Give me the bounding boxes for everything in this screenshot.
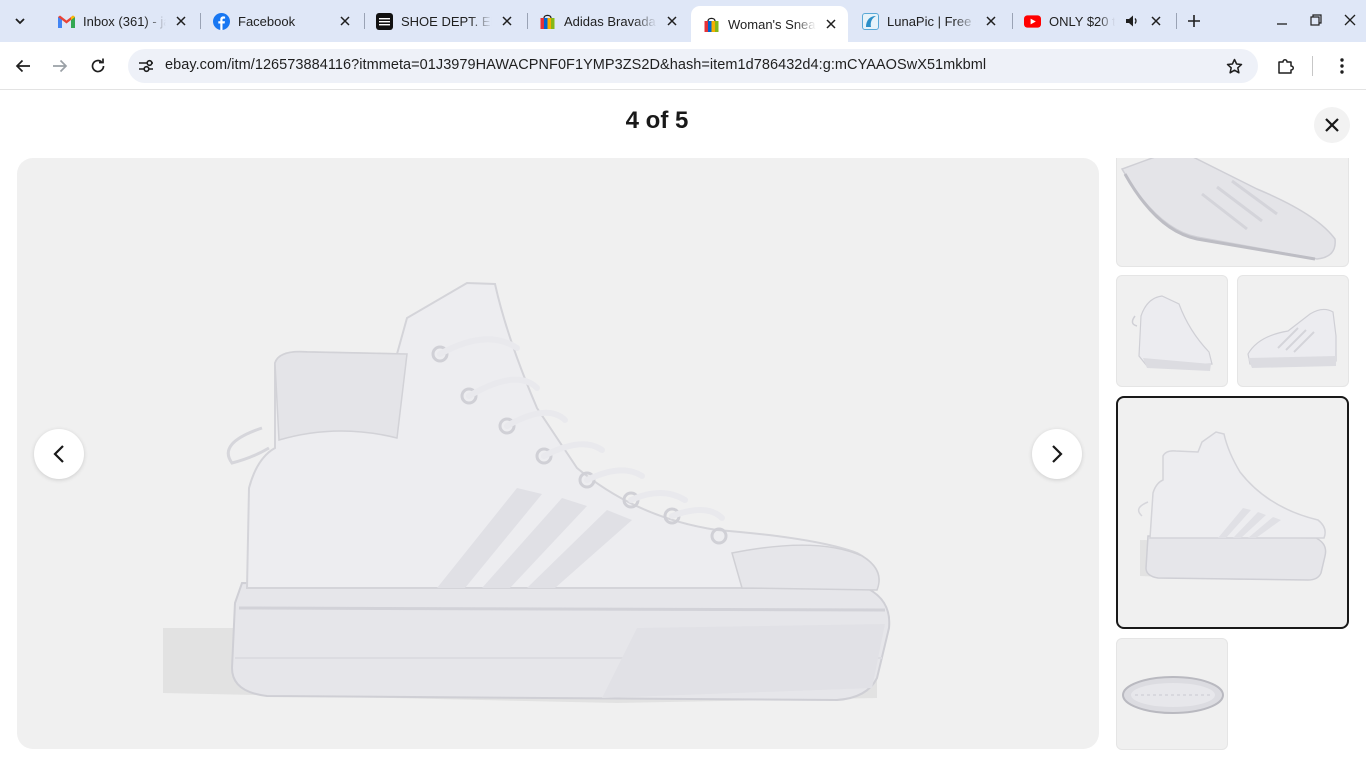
ebay-bag-icon xyxy=(703,16,720,33)
thumbnail-1[interactable] xyxy=(1116,158,1349,267)
previous-image-button[interactable] xyxy=(34,429,84,479)
restore-button[interactable] xyxy=(1301,6,1331,34)
arrow-right-icon xyxy=(53,59,68,73)
tab-title: SHOE DEPT. EN xyxy=(401,13,492,29)
tab-title: ONLY $20 to xyxy=(1049,13,1115,29)
thumbnail-2[interactable] xyxy=(1116,275,1228,387)
tab-womans-sneakers[interactable]: Woman's Sneak xyxy=(691,6,848,42)
more-vertical-icon xyxy=(1340,58,1344,74)
close-icon[interactable] xyxy=(336,12,354,30)
thumbnail-list[interactable] xyxy=(1110,158,1366,768)
close-icon[interactable] xyxy=(498,12,516,30)
gmail-icon xyxy=(58,13,75,30)
tab-search-button[interactable] xyxy=(6,7,34,35)
tab-adidas-bravada[interactable]: Adidas Bravada xyxy=(527,6,689,36)
close-viewer-button[interactable] xyxy=(1314,107,1350,143)
bookmark-star-icon[interactable] xyxy=(1224,56,1244,76)
chevron-right-icon xyxy=(1052,445,1063,463)
close-window-button[interactable] xyxy=(1335,6,1365,34)
tab-gmail[interactable]: Inbox (361) - jac xyxy=(46,6,198,36)
tab-separator xyxy=(1176,13,1177,29)
thumbnail-5[interactable] xyxy=(1116,638,1228,750)
tab-title: Inbox (361) - jac xyxy=(83,13,166,29)
facebook-icon xyxy=(213,12,230,30)
site-info-icon[interactable] xyxy=(134,54,158,78)
tab-lunapic[interactable]: LunaPic | Free O xyxy=(850,6,1008,36)
new-tab-button[interactable] xyxy=(1180,7,1208,35)
tab-youtube[interactable]: ONLY $20 to xyxy=(1012,6,1172,36)
image-counter: 4 of 5 xyxy=(625,107,689,134)
close-icon xyxy=(1344,14,1356,26)
browser-toolbar: ebay.com/itm/126573884116?itmmeta=01J397… xyxy=(0,42,1366,90)
browser-menu-button[interactable] xyxy=(1326,50,1358,82)
puzzle-icon xyxy=(1278,59,1294,74)
youtube-icon xyxy=(1024,13,1041,30)
toolbar-divider xyxy=(1312,56,1313,76)
extensions-button[interactable] xyxy=(1270,50,1302,82)
forward-button[interactable] xyxy=(44,50,76,82)
close-icon[interactable] xyxy=(172,12,190,30)
arrow-left-icon xyxy=(15,59,30,73)
speaker-icon[interactable] xyxy=(1123,12,1141,30)
chevron-down-icon xyxy=(15,18,25,25)
tab-title: LunaPic | Free O xyxy=(887,13,976,29)
thumbnail-4[interactable] xyxy=(1116,396,1349,629)
tab-facebook[interactable]: Facebook xyxy=(201,6,362,36)
restore-icon xyxy=(1310,14,1322,26)
ebay-bag-icon xyxy=(539,13,556,30)
close-icon xyxy=(1325,118,1339,132)
thumbnail-3[interactable] xyxy=(1237,275,1349,387)
minimize-icon xyxy=(1277,23,1287,25)
back-button[interactable] xyxy=(7,50,39,82)
close-icon[interactable] xyxy=(1147,12,1165,30)
tab-title: Woman's Sneak xyxy=(728,16,816,32)
url-text[interactable]: ebay.com/itm/126573884116?itmmeta=01J397… xyxy=(165,57,986,73)
tab-shoe-dept[interactable]: SHOE DEPT. EN xyxy=(364,6,524,36)
minimize-button[interactable] xyxy=(1267,6,1297,34)
reload-icon xyxy=(91,58,105,73)
next-image-button[interactable] xyxy=(1032,429,1082,479)
address-bar[interactable]: ebay.com/itm/126573884116?itmmeta=01J397… xyxy=(128,49,1258,83)
shoe-dept-icon xyxy=(376,12,393,30)
reload-button[interactable] xyxy=(82,50,114,82)
lunapic-icon xyxy=(862,12,879,30)
tab-strip: Inbox (361) - jac Facebook SHOE DEPT. EN… xyxy=(0,0,1366,42)
image-viewer: 4 of 5 xyxy=(0,91,1366,768)
tab-title: Adidas Bravada xyxy=(564,13,656,29)
sneaker-image xyxy=(163,281,891,703)
chevron-left-icon xyxy=(53,445,64,463)
tab-title: Facebook xyxy=(238,13,296,29)
close-icon[interactable] xyxy=(982,12,1000,30)
plus-icon xyxy=(1188,15,1200,27)
close-icon[interactable] xyxy=(663,12,681,30)
close-icon[interactable] xyxy=(822,15,840,33)
main-product-image[interactable] xyxy=(17,158,1099,749)
